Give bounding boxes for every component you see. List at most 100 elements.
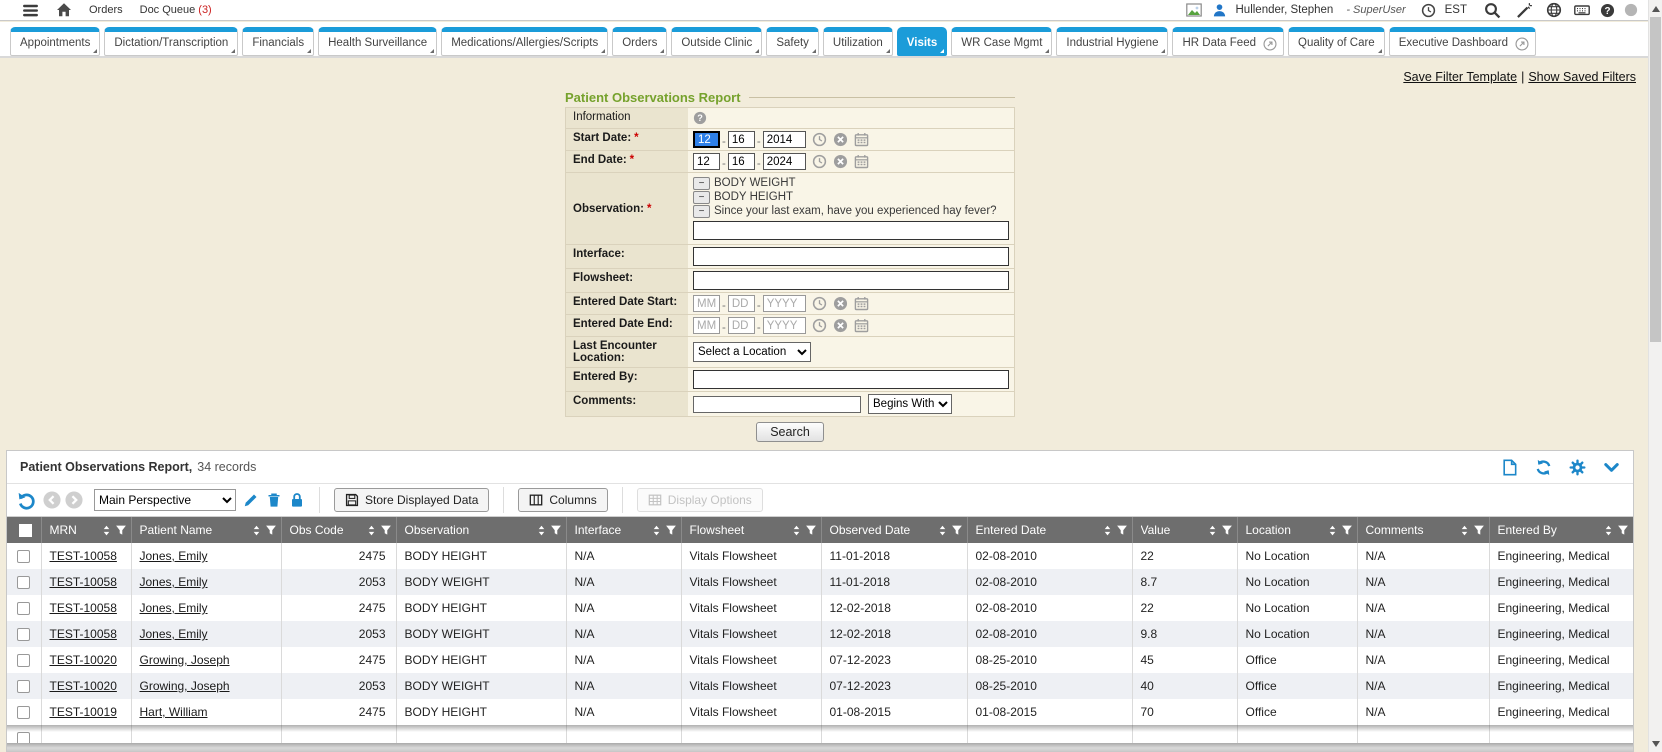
filter-funnel-icon[interactable] (1473, 524, 1485, 536)
entered-date-end-time-icon[interactable] (812, 318, 827, 333)
observation-search-input[interactable] (693, 221, 1009, 240)
end-date-day-input[interactable] (728, 153, 755, 170)
flowsheet-input[interactable] (693, 271, 1009, 290)
row-checkbox[interactable] (17, 550, 30, 563)
tab-hr-data-feed[interactable]: HR Data Feed (1172, 27, 1284, 56)
column-header-flowsheet[interactable]: Flowsheet (681, 517, 821, 543)
delete-trash-icon[interactable] (266, 492, 282, 508)
wand-icon[interactable] (1516, 2, 1533, 19)
row-checkbox[interactable] (17, 628, 30, 641)
column-header-mrn[interactable]: MRN (41, 517, 131, 543)
row-checkbox[interactable] (17, 706, 30, 719)
scrollbar-up-arrow[interactable] (1652, 6, 1660, 12)
filter-funnel-icon[interactable] (265, 524, 277, 536)
tab-financials[interactable]: Financials (242, 27, 314, 56)
user-icon[interactable] (1212, 3, 1227, 18)
sort-icon[interactable] (536, 525, 547, 536)
start-date-clear-icon[interactable] (833, 132, 848, 147)
entered-date-start-calendar-icon[interactable] (854, 296, 869, 311)
sort-icon[interactable] (937, 525, 948, 536)
end-date-month-input[interactable] (693, 153, 720, 170)
start-date-time-icon[interactable] (812, 132, 827, 147)
patient-name-link[interactable]: Jones, Emily (140, 627, 208, 641)
tab-appointments[interactable]: Appointments (10, 27, 100, 56)
mrn-link[interactable]: TEST-10020 (50, 679, 117, 693)
sort-icon[interactable] (251, 525, 262, 536)
remove-observation-button[interactable]: − (693, 177, 710, 190)
settings-gear-icon[interactable] (1569, 459, 1586, 476)
mrn-link[interactable]: TEST-10058 (50, 601, 117, 615)
filter-funnel-icon[interactable] (380, 524, 392, 536)
collapse-chevron-icon[interactable] (1603, 459, 1620, 476)
sort-icon[interactable] (1102, 525, 1113, 536)
doc-queue-link[interactable]: Doc Queue(3) (140, 4, 212, 16)
sort-icon[interactable] (1207, 525, 1218, 536)
column-header-entered-by[interactable]: Entered By (1489, 517, 1633, 543)
column-header-observed-date[interactable]: Observed Date (821, 517, 967, 543)
search-button[interactable]: Search (756, 422, 824, 442)
entered-date-end-clear-icon[interactable] (833, 318, 848, 333)
hamburger-menu-icon[interactable] (22, 2, 39, 19)
tab-medications-allergies-scripts[interactable]: Medications/Allergies/Scripts (441, 27, 608, 56)
patient-name-link[interactable]: Growing, Joseph (140, 653, 230, 667)
entered-date-start-clear-icon[interactable] (833, 296, 848, 311)
information-help-icon[interactable] (693, 111, 707, 125)
last-encounter-location-select[interactable]: Select a Location (693, 342, 811, 362)
scrollbar-down-arrow[interactable] (1652, 741, 1660, 747)
filter-funnel-icon[interactable] (951, 524, 963, 536)
select-all-checkbox[interactable] (19, 524, 32, 537)
store-displayed-data-button[interactable]: Store Displayed Data (334, 488, 489, 512)
tab-outside-clinic[interactable]: Outside Clinic (671, 27, 762, 56)
tab-utilization[interactable]: Utilization (823, 27, 893, 56)
filter-funnel-icon[interactable] (665, 524, 677, 536)
horizontal-scrollbar[interactable] (7, 743, 1633, 751)
remove-observation-button[interactable]: − (693, 191, 710, 204)
comments-match-type-select[interactable]: Begins With (868, 394, 952, 414)
show-saved-filters-link[interactable]: Show Saved Filters (1528, 70, 1636, 84)
start-date-month-input[interactable] (693, 131, 720, 148)
filter-funnel-icon[interactable] (115, 524, 127, 536)
column-header-location[interactable]: Location (1237, 517, 1357, 543)
entered-date-end-day-input[interactable] (728, 317, 755, 334)
sort-icon[interactable] (651, 525, 662, 536)
column-header-obs-code[interactable]: Obs Code (281, 517, 396, 543)
comments-input[interactable] (693, 396, 861, 413)
keyboard-icon[interactable] (1573, 2, 1591, 18)
entered-date-start-time-icon[interactable] (812, 296, 827, 311)
patient-name-link[interactable]: Jones, Emily (140, 601, 208, 615)
mrn-link[interactable]: TEST-10058 (50, 549, 117, 563)
mrn-link[interactable]: TEST-10019 (50, 705, 117, 719)
start-date-calendar-icon[interactable] (854, 132, 869, 147)
tab-health-surveillance[interactable]: Health Surveillance (318, 27, 437, 56)
sort-icon[interactable] (1603, 525, 1614, 536)
home-icon[interactable] (56, 2, 72, 18)
mrn-link[interactable]: TEST-10020 (50, 653, 117, 667)
patient-name-link[interactable]: Growing, Joseph (140, 679, 230, 693)
row-checkbox[interactable] (17, 654, 30, 667)
end-date-time-icon[interactable] (812, 154, 827, 169)
column-header-patient-name[interactable]: Patient Name (131, 517, 281, 543)
vertical-scrollbar[interactable] (1648, 0, 1662, 752)
next-page-icon[interactable] (65, 491, 83, 509)
entered-date-start-month-input[interactable] (693, 295, 720, 312)
help-icon[interactable] (1600, 3, 1615, 18)
entered-date-end-month-input[interactable] (693, 317, 720, 334)
end-date-clear-icon[interactable] (833, 154, 848, 169)
end-date-year-input[interactable] (763, 153, 806, 170)
sort-icon[interactable] (1459, 525, 1470, 536)
tab-quality-of-care[interactable]: Quality of Care (1288, 27, 1385, 56)
column-header-value[interactable]: Value (1132, 517, 1237, 543)
row-checkbox[interactable] (17, 576, 30, 589)
column-header-entered-date[interactable]: Entered Date (967, 517, 1132, 543)
tab-visits[interactable]: Visits (897, 27, 947, 56)
mrn-link[interactable]: TEST-10058 (50, 575, 117, 589)
sort-icon[interactable] (366, 525, 377, 536)
filter-funnel-icon[interactable] (805, 524, 817, 536)
patient-name-link[interactable]: Jones, Emily (140, 549, 208, 563)
patient-name-link[interactable]: Hart, William (140, 705, 208, 719)
sort-icon[interactable] (1327, 525, 1338, 536)
search-icon[interactable] (1484, 2, 1501, 19)
remove-observation-button[interactable]: − (693, 205, 710, 218)
scrollbar-thumb[interactable] (1650, 17, 1661, 342)
row-checkbox[interactable] (17, 680, 30, 693)
